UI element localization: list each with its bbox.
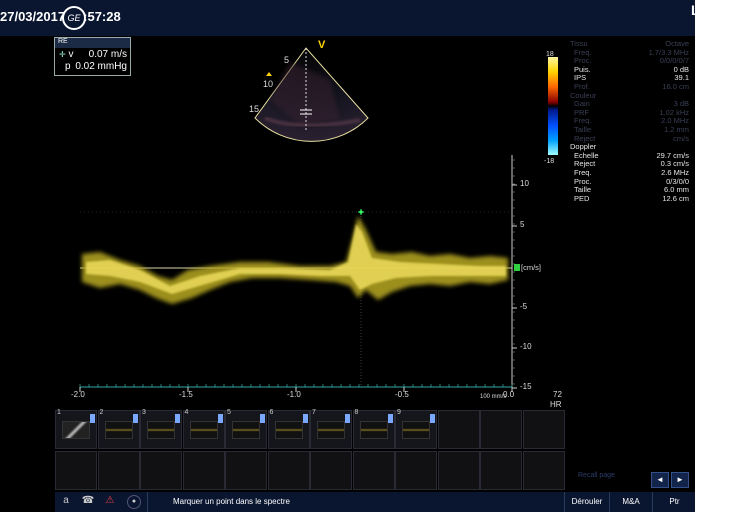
prev-page-button[interactable]: ◄	[651, 472, 669, 488]
empty-thumbnail-slot	[182, 451, 225, 490]
empty-thumbnail-slot	[352, 451, 395, 490]
time-tick-label: -2.0	[71, 390, 85, 399]
time-axis	[79, 384, 513, 388]
clip-thumbnail[interactable]: 9	[395, 409, 437, 449]
bottom-bar: a ☎ ⚠ ● Marquer un point dans le spectre…	[55, 492, 695, 512]
depth-tick-5: 5	[284, 55, 289, 65]
thumbnail-number: 8	[354, 409, 359, 416]
velocity-axis	[512, 159, 517, 389]
thumbnail-image	[104, 421, 133, 439]
velocity-tick-label: -5	[520, 302, 528, 311]
empty-thumbnail-slot	[522, 451, 565, 490]
velocity-tick-label: -10	[520, 342, 532, 351]
baseline-marker-icon[interactable]	[514, 264, 520, 271]
velocity-tick-label: 5	[520, 220, 525, 229]
empty-thumbnail-slot	[395, 451, 437, 490]
thumbnail-tag-icon	[430, 414, 435, 423]
clip-thumbnail[interactable]: 2	[97, 409, 140, 449]
tissu-param-value: 16.0 cm	[662, 81, 689, 91]
thumbnail-number: 5	[227, 409, 231, 416]
thumbnail-number: 9	[397, 409, 401, 416]
thumbnail-image	[402, 421, 430, 439]
clip-thumbnail[interactable]: 3	[140, 409, 182, 449]
velocity-unit-label: [cm/s]	[521, 263, 541, 272]
clip-thumbnail[interactable]: 4	[182, 409, 225, 449]
thumbnail-number: 1	[57, 409, 61, 416]
color-scale-bar	[548, 57, 558, 155]
heart-rate-value: 72	[553, 390, 562, 399]
thumbnail-tag-icon	[260, 414, 265, 423]
time-tick-label: -1.5	[179, 390, 193, 399]
clip-thumbnail[interactable]: 7	[310, 409, 352, 449]
color-scale-bottom: -18	[544, 158, 554, 165]
empty-thumbnail-slot	[437, 410, 480, 449]
alert-icon[interactable]: ⚠	[103, 494, 117, 508]
clip-thumbnail[interactable]: 1	[55, 409, 97, 449]
thumbnail-image	[232, 421, 260, 439]
thumbnail-tag-icon	[132, 414, 138, 423]
focus-marker-icon	[266, 72, 272, 76]
ma-button[interactable]: M&A	[609, 492, 652, 512]
empty-thumbnail-slot	[225, 451, 267, 490]
couleur-param-value: cm/s	[673, 133, 689, 143]
sector-marker: V	[318, 39, 326, 51]
thumbnail-image	[274, 421, 303, 439]
empty-thumbnail-slot	[140, 451, 182, 490]
thumbnail-image	[317, 421, 345, 439]
empty-thumbnail-slot	[437, 451, 480, 490]
thumbnail-number: 4	[184, 409, 189, 416]
status-message: Marquer un point dans le spectre	[147, 492, 583, 512]
empty-thumbnail-slot	[310, 451, 352, 490]
doppler-param-key: PED	[574, 193, 590, 203]
thumbnail-tag-icon	[90, 414, 95, 423]
time-tick-label: -0.5	[395, 390, 409, 399]
clip-thumbnail[interactable]: 8	[352, 409, 395, 449]
thumbnail-tag-icon	[217, 414, 223, 423]
thumbnail-image	[189, 421, 218, 439]
thumbnail-number: 2	[99, 409, 104, 416]
thumbnail-image	[359, 421, 388, 439]
thumbnail-image	[62, 421, 90, 439]
phone-icon[interactable]: ☎	[81, 494, 95, 508]
thumbnail-tag-icon	[387, 414, 393, 423]
empty-thumbnail-slot	[480, 451, 522, 490]
clipboard-thumbnails: 1 2 3 4 5 6 7 8 9	[55, 409, 565, 492]
settings-icon[interactable]: ●	[127, 495, 141, 509]
thumbnail-tag-icon	[302, 414, 308, 423]
empty-thumbnail-slot	[480, 410, 522, 449]
parameter-panel: Tissu Octave Freq. 1.7/3.3 MHz Proc. 0/0/0/0…	[568, 39, 695, 204]
velocity-tick-label: -15	[520, 382, 532, 391]
heart-rate-label: HR	[550, 400, 562, 409]
empty-thumbnail-slot	[267, 451, 310, 490]
clip-thumbnail[interactable]: 6	[267, 409, 310, 449]
color-scale-top: 18	[546, 51, 554, 58]
thumbnail-number: 3	[142, 409, 146, 416]
thumbnail-tag-icon	[175, 414, 180, 423]
annotation-icon[interactable]: a	[59, 494, 73, 508]
recall-page-label: Recall page	[578, 472, 615, 479]
doppler-spectrum	[82, 216, 508, 304]
thumbnail-number: 6	[269, 409, 274, 416]
empty-thumbnail-slot	[55, 451, 97, 490]
depth-tick-15: 15	[249, 104, 259, 114]
empty-thumbnail-slot	[522, 410, 565, 449]
sector-image	[254, 47, 369, 142]
empty-thumbnail-slot	[97, 451, 140, 490]
depth-tick-10: 10	[263, 79, 273, 89]
velocity-tick-label: 10	[520, 179, 529, 188]
thumbnail-tag-icon	[345, 414, 350, 423]
clip-thumbnail[interactable]: 5	[225, 409, 267, 449]
thumbnail-image	[147, 421, 175, 439]
time-tick-label: -1.0	[287, 390, 301, 399]
next-page-button[interactable]: ►	[671, 472, 689, 488]
thumbnail-number: 7	[312, 409, 316, 416]
time-tick-label: 0.0	[503, 390, 515, 399]
doppler-param-row: PED 12.6 cm	[568, 193, 695, 204]
ptr-button[interactable]: Ptr	[652, 492, 696, 512]
deroule-button[interactable]: Dérouler	[564, 492, 609, 512]
doppler-param-value: 12.6 cm	[662, 193, 689, 203]
